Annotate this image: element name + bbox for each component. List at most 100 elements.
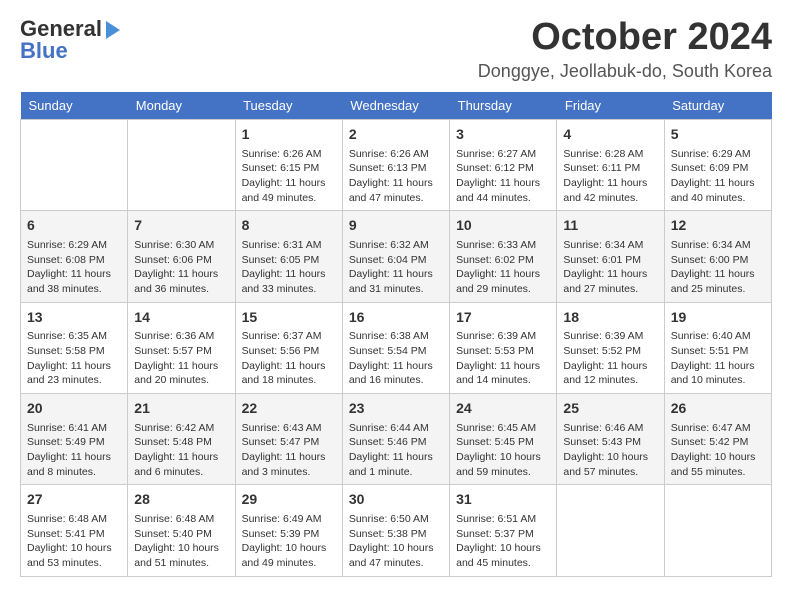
day-number: 15 bbox=[242, 308, 336, 328]
calendar-cell: 18Sunrise: 6:39 AM Sunset: 5:52 PM Dayli… bbox=[557, 302, 664, 393]
calendar-cell: 4Sunrise: 6:28 AM Sunset: 6:11 PM Daylig… bbox=[557, 120, 664, 211]
day-info: Sunrise: 6:40 AM Sunset: 5:51 PM Dayligh… bbox=[671, 329, 765, 388]
calendar-cell bbox=[128, 120, 235, 211]
day-info: Sunrise: 6:29 AM Sunset: 6:08 PM Dayligh… bbox=[27, 238, 121, 297]
page-header: General Blue October 2024 Donggye, Jeoll… bbox=[20, 16, 772, 82]
day-info: Sunrise: 6:33 AM Sunset: 6:02 PM Dayligh… bbox=[456, 238, 550, 297]
day-info: Sunrise: 6:43 AM Sunset: 5:47 PM Dayligh… bbox=[242, 421, 336, 480]
day-info: Sunrise: 6:37 AM Sunset: 5:56 PM Dayligh… bbox=[242, 329, 336, 388]
day-number: 21 bbox=[134, 399, 228, 419]
day-number: 7 bbox=[134, 216, 228, 236]
week-row-5: 27Sunrise: 6:48 AM Sunset: 5:41 PM Dayli… bbox=[21, 485, 772, 576]
day-info: Sunrise: 6:42 AM Sunset: 5:48 PM Dayligh… bbox=[134, 421, 228, 480]
location-title: Donggye, Jeollabuk-do, South Korea bbox=[478, 61, 772, 82]
calendar-cell: 27Sunrise: 6:48 AM Sunset: 5:41 PM Dayli… bbox=[21, 485, 128, 576]
calendar-cell: 26Sunrise: 6:47 AM Sunset: 5:42 PM Dayli… bbox=[664, 394, 771, 485]
calendar-cell: 22Sunrise: 6:43 AM Sunset: 5:47 PM Dayli… bbox=[235, 394, 342, 485]
calendar-cell: 8Sunrise: 6:31 AM Sunset: 6:05 PM Daylig… bbox=[235, 211, 342, 302]
day-info: Sunrise: 6:36 AM Sunset: 5:57 PM Dayligh… bbox=[134, 329, 228, 388]
day-number: 22 bbox=[242, 399, 336, 419]
day-info: Sunrise: 6:48 AM Sunset: 5:41 PM Dayligh… bbox=[27, 512, 121, 571]
calendar-cell: 20Sunrise: 6:41 AM Sunset: 5:49 PM Dayli… bbox=[21, 394, 128, 485]
week-row-4: 20Sunrise: 6:41 AM Sunset: 5:49 PM Dayli… bbox=[21, 394, 772, 485]
day-number: 12 bbox=[671, 216, 765, 236]
week-row-2: 6Sunrise: 6:29 AM Sunset: 6:08 PM Daylig… bbox=[21, 211, 772, 302]
calendar-header: SundayMondayTuesdayWednesdayThursdayFrid… bbox=[21, 92, 772, 120]
calendar-cell: 31Sunrise: 6:51 AM Sunset: 5:37 PM Dayli… bbox=[450, 485, 557, 576]
calendar-cell: 11Sunrise: 6:34 AM Sunset: 6:01 PM Dayli… bbox=[557, 211, 664, 302]
day-info: Sunrise: 6:51 AM Sunset: 5:37 PM Dayligh… bbox=[456, 512, 550, 571]
day-number: 13 bbox=[27, 308, 121, 328]
day-number: 23 bbox=[349, 399, 443, 419]
calendar-cell: 2Sunrise: 6:26 AM Sunset: 6:13 PM Daylig… bbox=[342, 120, 449, 211]
day-number: 18 bbox=[563, 308, 657, 328]
day-info: Sunrise: 6:41 AM Sunset: 5:49 PM Dayligh… bbox=[27, 421, 121, 480]
day-number: 14 bbox=[134, 308, 228, 328]
calendar-cell: 30Sunrise: 6:50 AM Sunset: 5:38 PM Dayli… bbox=[342, 485, 449, 576]
day-number: 31 bbox=[456, 490, 550, 510]
col-header-monday: Monday bbox=[128, 92, 235, 120]
day-info: Sunrise: 6:35 AM Sunset: 5:58 PM Dayligh… bbox=[27, 329, 121, 388]
day-info: Sunrise: 6:29 AM Sunset: 6:09 PM Dayligh… bbox=[671, 147, 765, 206]
day-info: Sunrise: 6:28 AM Sunset: 6:11 PM Dayligh… bbox=[563, 147, 657, 206]
day-number: 2 bbox=[349, 125, 443, 145]
day-number: 24 bbox=[456, 399, 550, 419]
day-number: 25 bbox=[563, 399, 657, 419]
day-number: 29 bbox=[242, 490, 336, 510]
month-title: October 2024 bbox=[478, 16, 772, 59]
day-number: 10 bbox=[456, 216, 550, 236]
calendar-cell bbox=[21, 120, 128, 211]
title-block: October 2024 Donggye, Jeollabuk-do, Sout… bbox=[478, 16, 772, 82]
day-info: Sunrise: 6:39 AM Sunset: 5:53 PM Dayligh… bbox=[456, 329, 550, 388]
col-header-saturday: Saturday bbox=[664, 92, 771, 120]
day-info: Sunrise: 6:49 AM Sunset: 5:39 PM Dayligh… bbox=[242, 512, 336, 571]
day-number: 5 bbox=[671, 125, 765, 145]
day-number: 6 bbox=[27, 216, 121, 236]
calendar-cell: 3Sunrise: 6:27 AM Sunset: 6:12 PM Daylig… bbox=[450, 120, 557, 211]
calendar-cell: 25Sunrise: 6:46 AM Sunset: 5:43 PM Dayli… bbox=[557, 394, 664, 485]
day-info: Sunrise: 6:27 AM Sunset: 6:12 PM Dayligh… bbox=[456, 147, 550, 206]
day-info: Sunrise: 6:39 AM Sunset: 5:52 PM Dayligh… bbox=[563, 329, 657, 388]
day-number: 4 bbox=[563, 125, 657, 145]
col-header-tuesday: Tuesday bbox=[235, 92, 342, 120]
col-header-thursday: Thursday bbox=[450, 92, 557, 120]
calendar-cell bbox=[664, 485, 771, 576]
day-number: 11 bbox=[563, 216, 657, 236]
day-info: Sunrise: 6:50 AM Sunset: 5:38 PM Dayligh… bbox=[349, 512, 443, 571]
calendar-cell: 13Sunrise: 6:35 AM Sunset: 5:58 PM Dayli… bbox=[21, 302, 128, 393]
calendar-cell: 17Sunrise: 6:39 AM Sunset: 5:53 PM Dayli… bbox=[450, 302, 557, 393]
day-number: 9 bbox=[349, 216, 443, 236]
calendar-cell: 5Sunrise: 6:29 AM Sunset: 6:09 PM Daylig… bbox=[664, 120, 771, 211]
calendar-cell: 7Sunrise: 6:30 AM Sunset: 6:06 PM Daylig… bbox=[128, 211, 235, 302]
calendar-cell: 16Sunrise: 6:38 AM Sunset: 5:54 PM Dayli… bbox=[342, 302, 449, 393]
calendar-cell: 29Sunrise: 6:49 AM Sunset: 5:39 PM Dayli… bbox=[235, 485, 342, 576]
day-number: 30 bbox=[349, 490, 443, 510]
day-number: 17 bbox=[456, 308, 550, 328]
day-info: Sunrise: 6:47 AM Sunset: 5:42 PM Dayligh… bbox=[671, 421, 765, 480]
day-info: Sunrise: 6:26 AM Sunset: 6:13 PM Dayligh… bbox=[349, 147, 443, 206]
calendar-cell: 24Sunrise: 6:45 AM Sunset: 5:45 PM Dayli… bbox=[450, 394, 557, 485]
calendar-cell: 1Sunrise: 6:26 AM Sunset: 6:15 PM Daylig… bbox=[235, 120, 342, 211]
calendar-cell: 23Sunrise: 6:44 AM Sunset: 5:46 PM Dayli… bbox=[342, 394, 449, 485]
week-row-1: 1Sunrise: 6:26 AM Sunset: 6:15 PM Daylig… bbox=[21, 120, 772, 211]
calendar-cell: 9Sunrise: 6:32 AM Sunset: 6:04 PM Daylig… bbox=[342, 211, 449, 302]
calendar-cell bbox=[557, 485, 664, 576]
day-number: 19 bbox=[671, 308, 765, 328]
calendar-table: SundayMondayTuesdayWednesdayThursdayFrid… bbox=[20, 92, 772, 577]
calendar-cell: 6Sunrise: 6:29 AM Sunset: 6:08 PM Daylig… bbox=[21, 211, 128, 302]
day-number: 3 bbox=[456, 125, 550, 145]
calendar-cell: 12Sunrise: 6:34 AM Sunset: 6:00 PM Dayli… bbox=[664, 211, 771, 302]
col-header-wednesday: Wednesday bbox=[342, 92, 449, 120]
day-info: Sunrise: 6:45 AM Sunset: 5:45 PM Dayligh… bbox=[456, 421, 550, 480]
day-info: Sunrise: 6:38 AM Sunset: 5:54 PM Dayligh… bbox=[349, 329, 443, 388]
week-row-3: 13Sunrise: 6:35 AM Sunset: 5:58 PM Dayli… bbox=[21, 302, 772, 393]
day-info: Sunrise: 6:31 AM Sunset: 6:05 PM Dayligh… bbox=[242, 238, 336, 297]
logo: General Blue bbox=[20, 16, 120, 64]
day-info: Sunrise: 6:48 AM Sunset: 5:40 PM Dayligh… bbox=[134, 512, 228, 571]
calendar-cell: 28Sunrise: 6:48 AM Sunset: 5:40 PM Dayli… bbox=[128, 485, 235, 576]
day-info: Sunrise: 6:46 AM Sunset: 5:43 PM Dayligh… bbox=[563, 421, 657, 480]
day-info: Sunrise: 6:44 AM Sunset: 5:46 PM Dayligh… bbox=[349, 421, 443, 480]
day-number: 28 bbox=[134, 490, 228, 510]
day-info: Sunrise: 6:32 AM Sunset: 6:04 PM Dayligh… bbox=[349, 238, 443, 297]
day-number: 20 bbox=[27, 399, 121, 419]
